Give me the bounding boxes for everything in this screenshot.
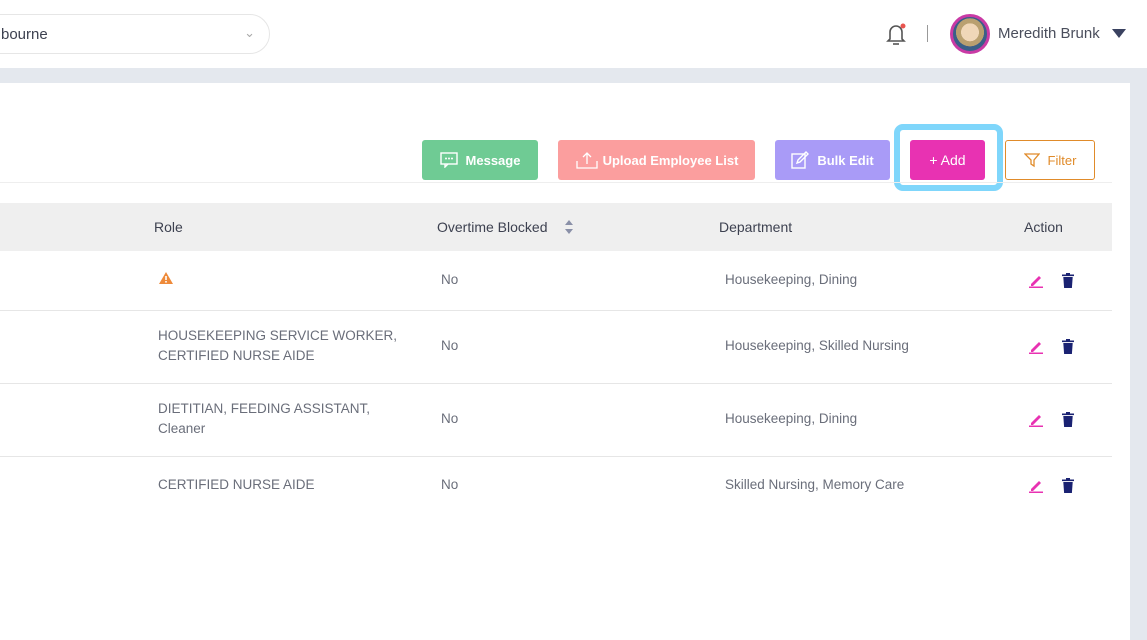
- upload-employee-list-button[interactable]: Upload Employee List: [558, 140, 755, 180]
- overtime-value: No: [441, 272, 459, 287]
- overtime-value: No: [441, 411, 459, 426]
- location-value: bourne: [1, 26, 48, 43]
- message-icon: [439, 152, 458, 168]
- role-value: CERTIFIED NURSE AIDE: [158, 477, 315, 492]
- bulk-edit-button[interactable]: Bulk Edit: [775, 140, 890, 180]
- caret-down-icon[interactable]: [1112, 29, 1126, 38]
- edit-icon[interactable]: [1028, 340, 1044, 354]
- avatar[interactable]: [950, 14, 990, 54]
- upload-label: Upload Employee List: [602, 152, 739, 168]
- add-label: + Add: [929, 152, 966, 168]
- message-label: Message: [465, 152, 521, 168]
- table-header: Role Overtime Blocked Department Action: [0, 203, 1112, 251]
- header-overtime[interactable]: Overtime Blocked: [437, 219, 547, 235]
- header-role: Role: [154, 219, 183, 235]
- table-row: CERTIFIED NURSE AIDE No Skilled Nursing,…: [0, 456, 1112, 515]
- sort-icon[interactable]: [564, 219, 574, 235]
- delete-icon[interactable]: [1062, 273, 1074, 288]
- role-value: Cleaner: [158, 421, 206, 436]
- delete-icon[interactable]: [1062, 478, 1074, 493]
- divider: [927, 25, 928, 42]
- overtime-value: No: [441, 477, 459, 492]
- bell-icon[interactable]: [885, 22, 907, 46]
- edit-icon[interactable]: [1028, 479, 1044, 493]
- edit-icon[interactable]: [1028, 413, 1044, 427]
- filter-icon: [1023, 153, 1040, 168]
- edit-icon: [791, 151, 810, 169]
- header-action: Action: [1024, 219, 1063, 235]
- chevron-down-icon: ⌄: [244, 25, 255, 40]
- role-value: DIETITIAN, FEEDING ASSISTANT,: [158, 401, 371, 416]
- table-row: HOUSEKEEPING SERVICE WORKER, CERTIFIED N…: [0, 310, 1112, 384]
- message-button[interactable]: Message: [422, 140, 538, 180]
- upload-icon: [575, 152, 598, 169]
- location-select[interactable]: bourne ⌄: [0, 14, 270, 54]
- delete-icon[interactable]: [1062, 339, 1074, 354]
- table-row: No Housekeeping, Dining: [0, 251, 1112, 311]
- department-value: Housekeeping, Skilled Nursing: [725, 338, 909, 353]
- department-value: Housekeeping, Dining: [725, 411, 858, 426]
- bulk-edit-label: Bulk Edit: [817, 152, 874, 168]
- delete-icon[interactable]: [1062, 412, 1074, 427]
- header-department: Department: [719, 219, 793, 235]
- department-value: Housekeeping, Dining: [725, 272, 858, 287]
- divider: [0, 182, 1112, 183]
- warning-icon: [159, 272, 173, 284]
- department-value: Skilled Nursing, Memory Care: [725, 477, 905, 492]
- filter-label: Filter: [1047, 152, 1077, 168]
- user-name[interactable]: Meredith Brunk: [998, 25, 1100, 42]
- top-bar: bourne ⌄ Meredith Brunk: [0, 0, 1147, 68]
- table-row: DIETITIAN, FEEDING ASSISTANT, Cleaner No…: [0, 383, 1112, 457]
- role-value: CERTIFIED NURSE AIDE: [158, 348, 315, 363]
- add-button[interactable]: + Add: [910, 140, 985, 180]
- filter-button[interactable]: Filter: [1005, 140, 1095, 180]
- role-value: HOUSEKEEPING SERVICE WORKER,: [158, 328, 398, 343]
- overtime-value: No: [441, 338, 459, 353]
- edit-icon[interactable]: [1028, 274, 1044, 288]
